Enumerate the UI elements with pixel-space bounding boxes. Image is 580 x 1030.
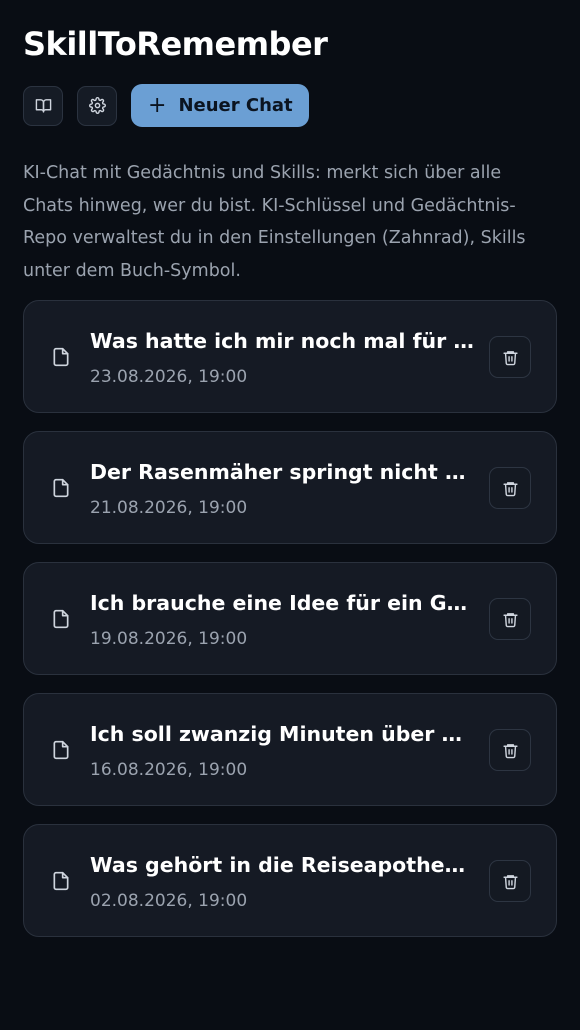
chat-card[interactable]: Der Rasenmäher springt nicht an.... 21.0… (23, 431, 557, 544)
trash-icon (502, 874, 518, 889)
skills-button[interactable] (23, 85, 63, 126)
chat-card[interactable]: Ich soll zwanzig Minuten über Sa... 16.0… (23, 693, 557, 806)
chat-date: 02.08.2026, 19:00 (90, 891, 248, 911)
delete-chat-button[interactable] (489, 467, 531, 509)
app-description: KI-Chat mit Gedächtnis und Skills: merkt… (23, 163, 526, 281)
delete-chat-button[interactable] (489, 336, 531, 378)
delete-chat-button[interactable] (489, 598, 531, 640)
gear-icon (88, 97, 106, 114)
document-icon (53, 347, 69, 367)
trash-icon (502, 481, 518, 496)
document-icon (53, 740, 69, 760)
chat-date: 19.08.2026, 19:00 (90, 629, 248, 649)
chat-title: Was hatte ich mir noch mal für d... (90, 329, 475, 353)
chat-card[interactable]: Was gehört in die Reiseapotheke ... 02.0… (23, 824, 557, 937)
chat-list: Was hatte ich mir noch mal für d... 23.0… (23, 300, 557, 955)
delete-chat-button[interactable] (489, 860, 531, 902)
trash-icon (502, 743, 518, 758)
chat-date: 16.08.2026, 19:00 (90, 760, 248, 780)
chat-date: 21.08.2026, 19:00 (90, 498, 248, 518)
trash-icon (502, 612, 518, 627)
new-chat-button[interactable]: + Neuer Chat (131, 84, 309, 127)
chat-overview-page: SkillToRemember + Neuer Chat KI-Chat mit… (0, 0, 580, 1030)
settings-button[interactable] (77, 85, 117, 126)
toolbar: + Neuer Chat (23, 84, 309, 127)
chat-date: 23.08.2026, 19:00 (90, 367, 248, 387)
chat-title: Der Rasenmäher springt nicht an.... (90, 460, 475, 484)
trash-icon (502, 350, 518, 365)
document-icon (53, 478, 69, 498)
document-icon (53, 609, 69, 629)
document-icon (53, 871, 69, 891)
app-title: SkillToRemember (23, 25, 328, 63)
chat-title: Ich brauche eine Idee für ein Ges... (90, 591, 475, 615)
book-icon (35, 99, 51, 113)
plus-icon: + (148, 92, 167, 118)
chat-card[interactable]: Ich brauche eine Idee für ein Ges... 19.… (23, 562, 557, 675)
chat-card[interactable]: Was hatte ich mir noch mal für d... 23.0… (23, 300, 557, 413)
chat-title: Was gehört in die Reiseapotheke ... (90, 853, 475, 877)
chat-title: Ich soll zwanzig Minuten über Sa... (90, 722, 475, 746)
delete-chat-button[interactable] (489, 729, 531, 771)
new-chat-label: Neuer Chat (178, 95, 293, 116)
